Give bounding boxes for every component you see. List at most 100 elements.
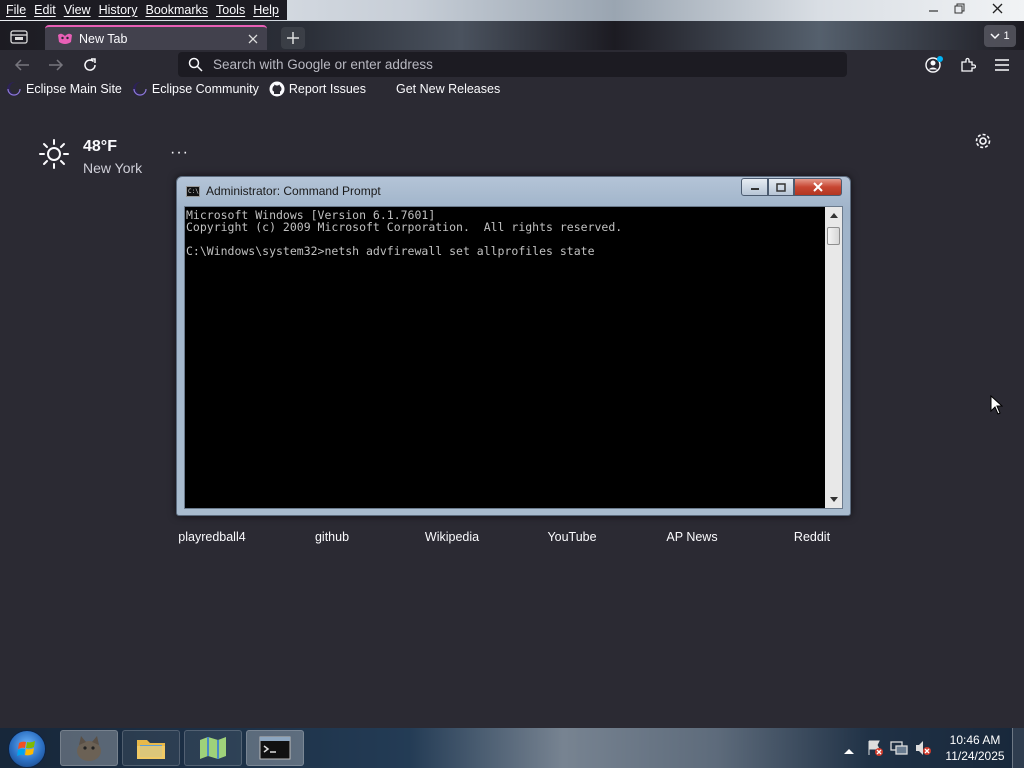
menu-bar: File Edit View History Bookmarks Tools H…	[0, 0, 1024, 21]
tab-title: New Tab	[79, 32, 128, 46]
cmd-minimize-button[interactable]	[741, 178, 768, 196]
sun-icon	[39, 139, 69, 169]
action-center-tray-button[interactable]	[866, 739, 884, 762]
triangle-up-icon	[829, 213, 838, 218]
menu-help[interactable]: Help	[249, 3, 283, 17]
back-button[interactable]	[10, 54, 34, 76]
show-desktop-button[interactable]	[1012, 728, 1024, 768]
bookmark-label: Eclipse Main Site	[26, 82, 122, 96]
menu-file[interactable]: File	[2, 3, 30, 17]
eclipse-icon	[6, 81, 22, 97]
bookmark-get-new-releases[interactable]: Get New Releases	[396, 82, 500, 96]
speaker-muted-icon	[916, 741, 931, 755]
cmd-console[interactable]: Microsoft Windows [Version 6.1.7601] Cop…	[184, 206, 843, 509]
close-icon	[992, 3, 1002, 14]
cmd-console-text: Microsoft Windows [Version 6.1.7601] Cop…	[186, 208, 623, 258]
personalize-settings-button[interactable]	[973, 131, 993, 151]
menu-view[interactable]: View	[60, 3, 95, 17]
taskbar-app-explorer[interactable]	[122, 730, 180, 766]
bookmark-label: Eclipse Community	[151, 82, 259, 96]
hamburger-menu-icon	[995, 59, 1009, 71]
tab-count: 1	[1003, 30, 1010, 42]
scroll-down-button[interactable]	[825, 491, 842, 508]
start-button[interactable]	[8, 730, 46, 768]
triangle-down-icon	[829, 497, 838, 502]
cmd-maximize-button[interactable]	[768, 178, 794, 196]
tab-close-button[interactable]	[243, 32, 263, 47]
triangle-up-icon	[844, 749, 854, 754]
top-site-playredball4[interactable]: playredball4	[152, 530, 272, 544]
menu-group: File Edit View History Bookmarks Tools H…	[0, 0, 287, 20]
extensions-button[interactable]	[956, 54, 980, 76]
url-bar[interactable]	[178, 52, 847, 77]
top-site-github[interactable]: github	[272, 530, 392, 544]
taskbar: 10:46 AM 11/24/2025	[0, 728, 1024, 768]
gear-icon	[975, 133, 991, 149]
mouse-cursor	[990, 394, 1004, 420]
taskbar-app-browser[interactable]	[60, 730, 118, 766]
weather-more-button[interactable]: ···	[170, 144, 189, 162]
top-site-reddit[interactable]: Reddit	[752, 530, 872, 544]
search-icon	[188, 57, 203, 72]
url-input[interactable]	[213, 57, 813, 72]
bookmark-eclipse-community[interactable]: Eclipse Community	[132, 81, 259, 97]
tab-bar: New Tab 1	[0, 21, 1024, 51]
tray-expand-button[interactable]	[844, 742, 854, 760]
map-icon	[200, 737, 226, 759]
menu-edit[interactable]: Edit	[30, 3, 60, 17]
weather-temperature: 48°F	[83, 138, 117, 155]
menu-history[interactable]: History	[95, 3, 142, 17]
top-site-ap-news[interactable]: AP News	[632, 530, 752, 544]
top-site-youtube[interactable]: YouTube	[512, 530, 632, 544]
cat-photo-icon	[77, 736, 101, 761]
list-all-tabs-button[interactable]: 1	[984, 25, 1016, 47]
minimize-icon	[750, 188, 759, 190]
arrow-right-icon	[49, 59, 64, 71]
scroll-up-button[interactable]	[825, 207, 842, 224]
scrollbar-thumb[interactable]	[827, 227, 840, 245]
flag-error-icon	[868, 740, 883, 756]
bookmark-label: Report Issues	[288, 82, 366, 96]
new-tab-button[interactable]	[281, 27, 305, 49]
account-button[interactable]	[922, 54, 946, 76]
reload-button[interactable]	[78, 54, 102, 76]
cmd-scrollbar[interactable]	[825, 207, 842, 508]
browser-restore-button[interactable]	[944, 0, 974, 17]
taskbar-app-cmd[interactable]	[246, 730, 304, 766]
menu-bookmarks[interactable]: Bookmarks	[141, 3, 212, 17]
favicon-icon	[58, 33, 72, 44]
chevron-down-icon	[990, 32, 1000, 39]
cmd-close-button[interactable]	[794, 178, 842, 196]
weather-city: New York	[83, 160, 143, 176]
firefox-view-button[interactable]	[6, 26, 32, 48]
puzzle-icon	[961, 57, 976, 72]
volume-tray-button[interactable]	[914, 739, 932, 762]
eclipse-icon	[132, 81, 148, 97]
taskbar-clock[interactable]: 10:46 AM 11/24/2025	[940, 732, 1010, 764]
windows-logo-icon	[17, 741, 35, 756]
app-menu-button[interactable]	[990, 54, 1014, 76]
plus-icon	[287, 32, 299, 44]
maximize-icon	[776, 182, 786, 192]
network-icon	[890, 741, 908, 755]
menu-tools[interactable]: Tools	[212, 3, 249, 17]
forward-button[interactable]	[44, 54, 68, 76]
clock-date: 11/24/2025	[945, 749, 1005, 763]
top-sites: playredball4 github Wikipedia YouTube AP…	[152, 530, 872, 546]
minimize-icon	[928, 10, 938, 12]
bookmark-eclipse-main-site[interactable]: Eclipse Main Site	[6, 81, 122, 97]
folder-icon	[137, 740, 165, 759]
restore-icon	[954, 3, 964, 14]
tab-new-tab[interactable]: New Tab	[45, 25, 267, 51]
command-prompt-window[interactable]: C:\ Administrator: Command Prompt Micros…	[176, 176, 851, 516]
network-tray-button[interactable]	[890, 739, 908, 762]
cmd-icon	[259, 736, 291, 760]
close-icon	[813, 182, 823, 192]
bookmark-report-issues[interactable]: Report Issues	[269, 81, 366, 97]
cmd-titlebar[interactable]: C:\ Administrator: Command Prompt	[177, 177, 850, 205]
taskbar-app-maps[interactable]	[184, 730, 242, 766]
firefox-view-icon	[10, 30, 28, 44]
top-site-wikipedia[interactable]: Wikipedia	[392, 530, 512, 544]
account-icon	[925, 56, 943, 73]
browser-close-button[interactable]	[982, 0, 1012, 17]
